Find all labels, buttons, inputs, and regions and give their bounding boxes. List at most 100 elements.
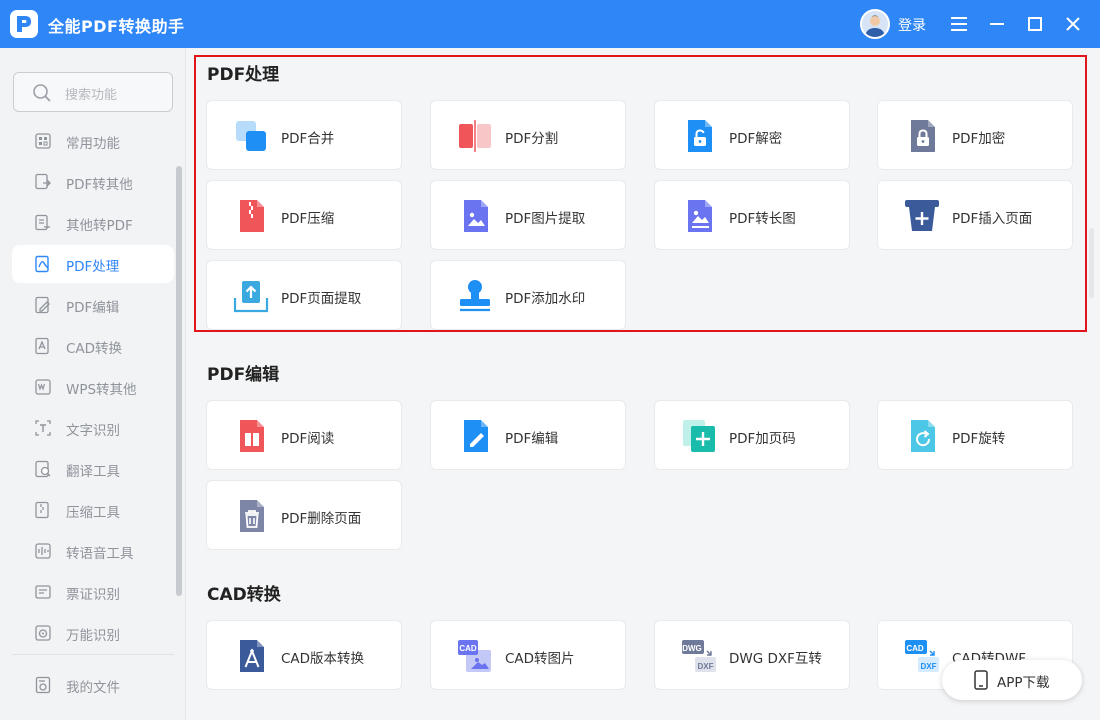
tool-card-pdf-insert-page[interactable]: PDF插入页面: [877, 180, 1073, 250]
section-title: PDF编辑: [207, 365, 280, 385]
tool-card-cad-version[interactable]: CAD版本转换: [206, 620, 402, 690]
tool-card-label: PDF插入页面: [952, 211, 1033, 227]
sidebar-item-wps-convert[interactable]: WPS转其他: [12, 368, 174, 406]
pdf-edit-icon: [35, 296, 50, 314]
pdf-insert-page-icon: [905, 200, 939, 231]
tool-card-pdf-long-image[interactable]: PDF转长图: [654, 180, 850, 250]
tool-card-pdf-decrypt[interactable]: PDF解密: [654, 100, 850, 170]
badge-text: DXF: [921, 662, 937, 671]
pdf-compress-icon: [240, 200, 264, 232]
maximize-icon[interactable]: [1023, 12, 1047, 36]
badge-text: CAD: [459, 644, 477, 653]
tool-card-label: PDF删除页面: [281, 511, 362, 527]
pdf-merge-icon: [236, 121, 266, 151]
sidebar-item-pdf-process[interactable]: PDF处理: [12, 245, 174, 283]
pdf-encrypt-icon: [911, 120, 935, 152]
pdf-image-extract-icon: [464, 200, 488, 232]
app-download-label: APP下载: [997, 675, 1050, 691]
tool-card-pdf-merge[interactable]: PDF合并: [206, 100, 402, 170]
tool-card-label: PDF解密: [729, 131, 783, 147]
menu-icon[interactable]: [947, 12, 971, 36]
sidebar-item-label: 文字识别: [66, 423, 120, 439]
ticket-recognition-icon: [35, 585, 51, 599]
text-recognition-icon: [35, 420, 51, 436]
pdf-long-image-icon: [688, 200, 712, 232]
universal-recognition-icon: [35, 625, 51, 641]
badge-text: CAD: [906, 644, 924, 653]
tool-card-pdf-read[interactable]: PDF阅读: [206, 400, 402, 470]
common-functions-icon: [35, 133, 51, 149]
tool-card-pdf-page-extract[interactable]: PDF页面提取: [206, 260, 402, 330]
tool-card-label: PDF压缩: [281, 211, 335, 227]
speech-icon: [35, 543, 51, 559]
sidebar-item-label: PDF处理: [66, 259, 120, 275]
cad-to-image-icon: CAD: [458, 640, 491, 672]
tool-card-pdf-watermark[interactable]: PDF添加水印: [430, 260, 626, 330]
sidebar-item-label: WPS转其他: [66, 382, 137, 398]
sidebar-item-label: 其他转PDF: [66, 218, 133, 234]
tool-card-cad-to-image[interactable]: CAD CAD转图片: [430, 620, 626, 690]
cad-version-icon: [240, 640, 264, 672]
dwg-dxf-icon: DWG DXF: [682, 640, 716, 672]
tool-card-pdf-rotate[interactable]: PDF旋转: [877, 400, 1073, 470]
badge-text: DXF: [698, 662, 714, 671]
tool-card-dwg-dxf[interactable]: DWG DXF DWG DXF互转: [654, 620, 850, 690]
tool-card-label: PDF转长图: [729, 211, 796, 227]
sidebar-item-compress[interactable]: 压缩工具: [12, 491, 174, 529]
tool-card-pdf-page-number[interactable]: PDF加页码: [654, 400, 850, 470]
tool-card-label: CAD转图片: [505, 651, 575, 667]
sidebar-divider: [12, 654, 174, 655]
tool-card-pdf-edit-doc[interactable]: PDF编辑: [430, 400, 626, 470]
tool-card-label: PDF添加水印: [505, 291, 586, 307]
compress-icon: [35, 501, 49, 519]
sidebar-item-label: 常用功能: [66, 136, 120, 152]
search-input[interactable]: 搜索功能: [13, 72, 173, 112]
tool-card-label: PDF阅读: [281, 431, 335, 447]
pdf-decrypt-icon: [688, 120, 712, 152]
section-title: CAD转换: [207, 585, 281, 605]
tool-card-pdf-split[interactable]: PDF分割: [430, 100, 626, 170]
sidebar-item-label: 压缩工具: [66, 505, 120, 521]
minimize-icon[interactable]: [985, 12, 1009, 36]
sidebar-item-speech[interactable]: 转语音工具: [12, 532, 174, 570]
translate-icon: [35, 460, 51, 478]
phone-icon: [974, 670, 988, 690]
wps-convert-icon: [35, 379, 51, 395]
sidebar-item-label: CAD转换: [66, 341, 123, 357]
pdf-edit-doc-icon: [464, 420, 488, 452]
sidebar-item-other-to-pdf[interactable]: 其他转PDF: [12, 204, 174, 242]
tool-card-pdf-encrypt[interactable]: PDF加密: [877, 100, 1073, 170]
main-scrollbar[interactable]: [1089, 228, 1094, 298]
pdf-process-icon: [35, 255, 49, 273]
tool-card-pdf-delete-page[interactable]: PDF删除页面: [206, 480, 402, 550]
tool-card-label: PDF页面提取: [281, 291, 362, 307]
badge-text: DWG: [682, 644, 702, 653]
tool-card-label: PDF旋转: [952, 431, 1006, 447]
sidebar-item-ticket-recognition[interactable]: 票证识别: [12, 573, 174, 611]
sidebar-item-label: 票证识别: [66, 587, 120, 603]
tool-card-pdf-compress[interactable]: PDF压缩: [206, 180, 402, 250]
app-download-button[interactable]: APP下载: [942, 660, 1082, 700]
other-to-pdf-icon: [35, 214, 50, 231]
sidebar-item-universal-recognition[interactable]: 万能识别: [12, 614, 174, 652]
tool-card-label: PDF图片提取: [505, 211, 586, 227]
pdf-watermark-icon: [460, 280, 490, 312]
sidebar-item-cad-convert[interactable]: CAD转换: [12, 327, 174, 365]
login-button[interactable]: 登录: [898, 15, 926, 35]
sidebar-item-my-files[interactable]: 我的文件: [12, 666, 174, 704]
tool-card-label: DWG DXF互转: [729, 651, 822, 667]
title-bar: 全能PDF转换助手 登录: [0, 0, 1100, 48]
app-logo-icon: [10, 10, 38, 38]
sidebar-item-translate[interactable]: 翻译工具: [12, 450, 174, 488]
tool-card-pdf-image-extract[interactable]: PDF图片提取: [430, 180, 626, 250]
close-icon[interactable]: [1061, 12, 1085, 36]
section-title: PDF处理: [207, 65, 280, 85]
sidebar-item-common-functions[interactable]: 常用功能: [12, 122, 174, 160]
cad-convert-icon: [35, 337, 49, 355]
pdf-delete-page-icon: [240, 500, 264, 532]
user-avatar[interactable]: [860, 9, 890, 39]
sidebar-item-pdf-to-other[interactable]: PDF转其他: [12, 163, 174, 201]
sidebar-item-pdf-edit[interactable]: PDF编辑: [12, 286, 174, 324]
sidebar-scrollbar[interactable]: [176, 166, 182, 596]
sidebar-item-text-recognition[interactable]: 文字识别: [12, 409, 174, 447]
